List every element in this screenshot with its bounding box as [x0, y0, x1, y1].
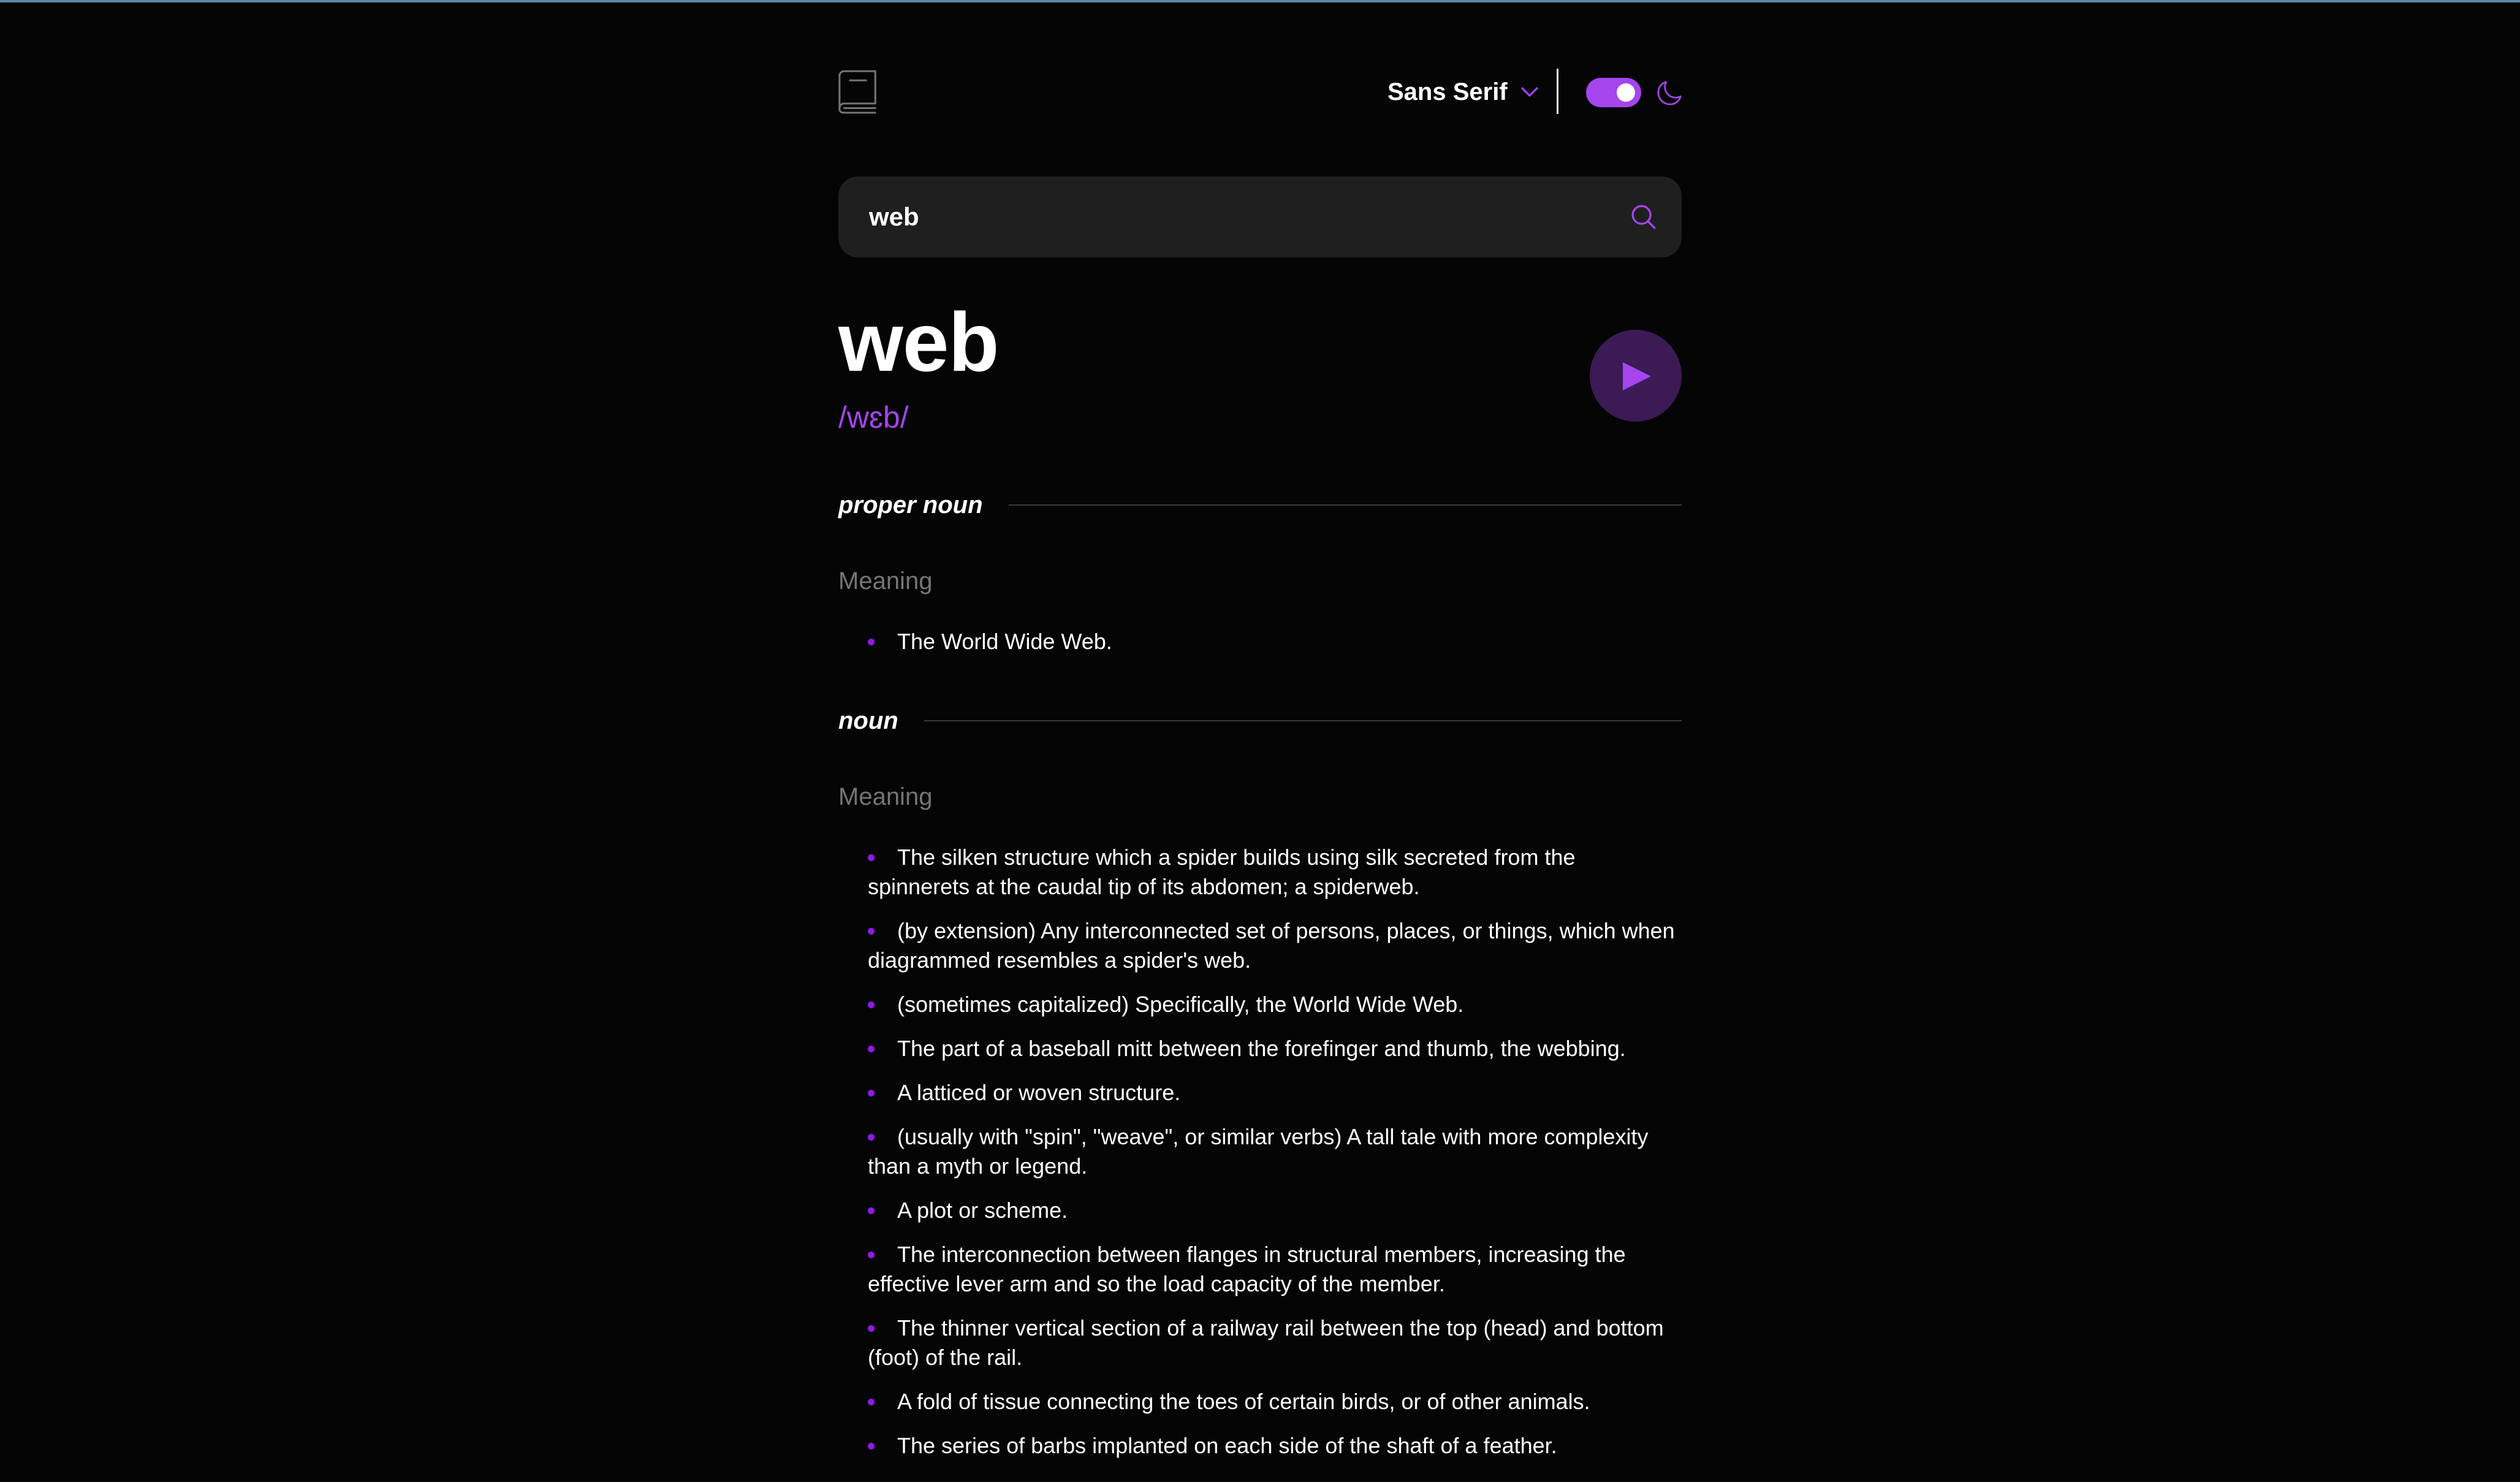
section-divider	[1008, 504, 1682, 506]
toggle-knob	[1617, 83, 1635, 102]
definition-item: The thinner vertical section of a railwa…	[868, 1315, 1664, 1370]
bullet-dot	[868, 928, 875, 935]
definition-list: The silken structure which a spider buil…	[838, 843, 1682, 1475]
definition-item: The series of barbs implanted on each si…	[838, 1431, 1682, 1461]
search-input[interactable]	[869, 177, 1604, 257]
moon-icon	[1657, 81, 1682, 105]
definition-item: A latticed or woven structure.	[838, 1078, 1682, 1108]
bullet-dot	[868, 1090, 875, 1096]
definition-item: The interconnection between flanges in s…	[868, 1242, 1626, 1296]
bullet-dot	[868, 1443, 875, 1450]
play-pronunciation-button[interactable]	[1590, 330, 1682, 422]
part-of-speech-label: proper noun	[838, 491, 983, 519]
bullet-dot	[868, 1207, 875, 1214]
font-family-dropdown[interactable]: Sans Serif	[1387, 72, 1538, 112]
meaning-label: Meaning	[838, 783, 933, 810]
bullet-dot	[868, 1001, 875, 1008]
definition-list: The World Wide Web.	[838, 627, 1682, 671]
header: Sans Serif	[838, 67, 1682, 116]
bullet-dot	[868, 1046, 875, 1052]
theme-toggle[interactable]	[1586, 78, 1641, 107]
definition-item: (by extension) Any interconnected set of…	[868, 918, 1675, 973]
bullet-dot	[868, 1134, 875, 1141]
meaning-label: Meaning	[838, 568, 933, 595]
definition-item: A plot or scheme.	[838, 1196, 1682, 1225]
definition-item: (usually with "spin", "weave", or simila…	[868, 1124, 1649, 1179]
word-title: web	[838, 295, 999, 389]
definition-item: The part of a baseball mitt between the …	[838, 1034, 1682, 1063]
book-icon[interactable]	[838, 70, 878, 114]
dictionary-app: Sans Serif web /wɛb/ proper noun Mea	[838, 0, 1682, 1482]
chevron-down-icon	[1521, 87, 1538, 97]
bullet-dot	[868, 1252, 875, 1258]
header-divider	[1557, 69, 1558, 114]
part-of-speech-heading: proper noun	[838, 487, 1682, 523]
section-divider	[924, 720, 1682, 721]
word-phonetic: /wɛb/	[838, 400, 909, 435]
part-of-speech-heading: noun	[838, 702, 1682, 739]
definition-item: The silken structure which a spider buil…	[868, 845, 1576, 899]
font-family-label: Sans Serif	[1387, 78, 1508, 105]
definition-item: A fold of tissue connecting the toes of …	[838, 1387, 1682, 1416]
definition-item: (sometimes capitalized) Specifically, th…	[838, 990, 1682, 1019]
bullet-dot	[868, 1325, 875, 1332]
definition-item: The World Wide Web.	[838, 627, 1682, 656]
bullet-dot	[868, 639, 875, 645]
part-of-speech-label: noun	[838, 707, 898, 734]
bullet-dot	[868, 854, 875, 861]
bullet-dot	[868, 1399, 875, 1405]
search-icon[interactable]	[1631, 205, 1656, 229]
play-icon	[1623, 362, 1651, 390]
search-bar	[838, 177, 1682, 257]
